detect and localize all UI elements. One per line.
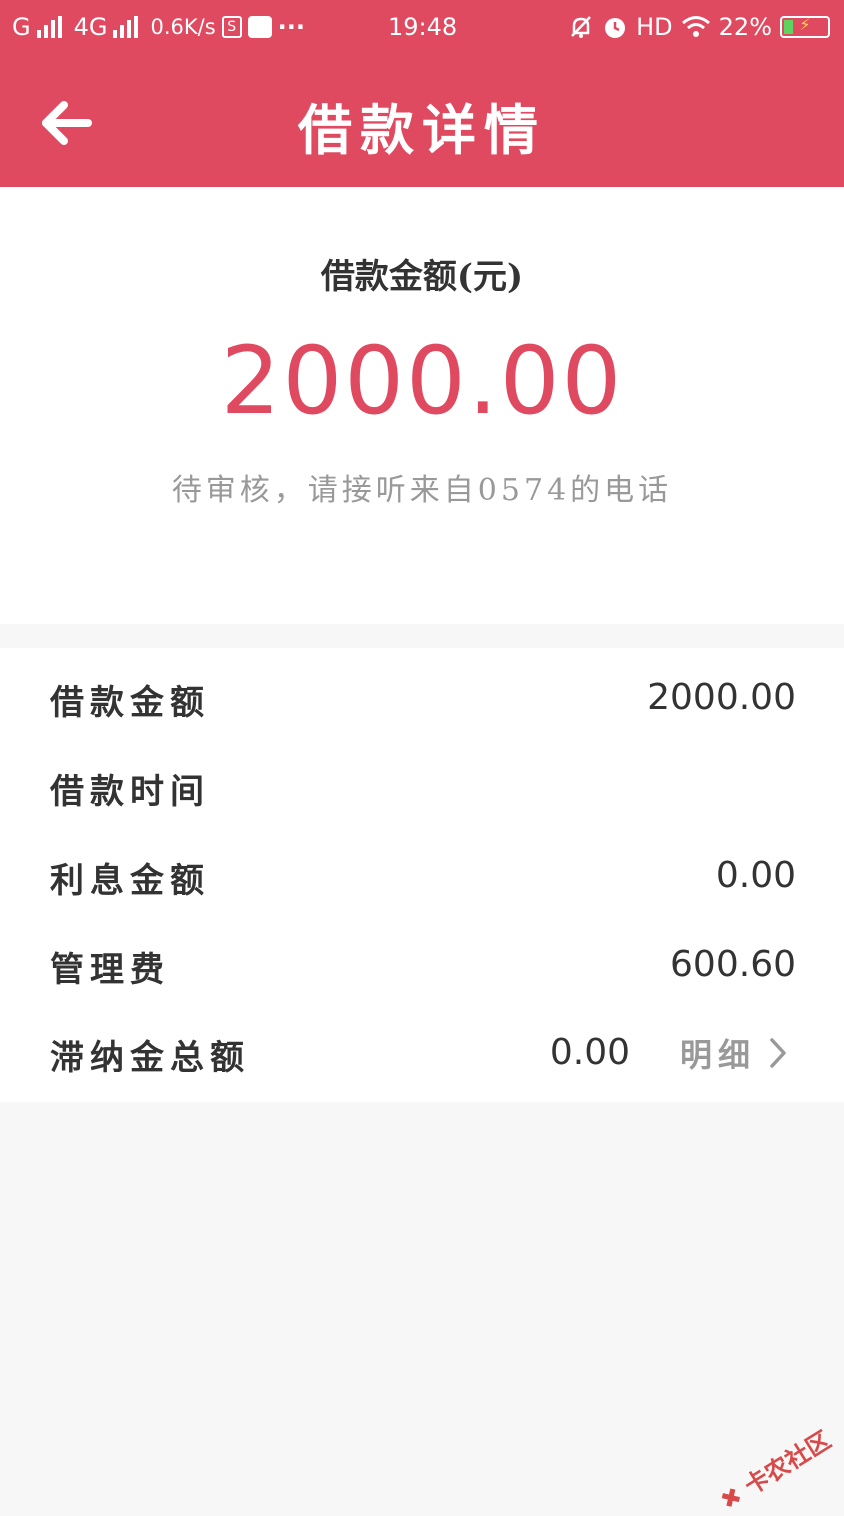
watermark-logo-icon: ✖: [714, 1481, 747, 1516]
detail-link-label: 明细: [679, 1036, 756, 1074]
community-watermark: ✖ 卡农社区: [712, 1421, 836, 1516]
loan-details-list: 借款金额 2000.00 借款时间 利息金额 0.00 管理费 600.60 滞…: [0, 648, 844, 1102]
network-speed: 0.6K/s: [150, 15, 216, 39]
watermark-text: 卡农社区: [739, 1425, 836, 1501]
network-label: 4G: [73, 13, 108, 41]
battery-icon: ⚡: [780, 15, 830, 38]
battery-percent: 22%: [718, 13, 772, 41]
detail-label: 滞纳金总额: [50, 1038, 250, 1078]
detail-row-loan-time: 借款时间: [0, 742, 844, 830]
detail-label: 借款金额: [50, 683, 210, 723]
signal-icon-2: [113, 16, 139, 38]
detail-value: 600.60: [670, 944, 796, 985]
detail-label: 利息金额: [50, 861, 210, 901]
detail-value: 0.00: [715, 855, 796, 896]
app-header: G 4G 0.6K/s S ··· 19:48 HD 22% ⚡ 借款详情: [0, 0, 844, 187]
detail-label: 借款时间: [50, 772, 210, 812]
page-title: 借款详情: [298, 98, 546, 162]
carrier-label: G: [12, 13, 31, 41]
detail-value: 0.00: [549, 1032, 630, 1073]
late-fee-detail-link[interactable]: 明细: [680, 1030, 788, 1076]
mute-bell-icon: [571, 16, 592, 38]
charging-bolt-icon: ⚡: [799, 15, 811, 34]
loan-amount-value: 2000.00: [220, 327, 624, 436]
app-notification-icon: S: [221, 16, 242, 38]
shopping-bag-icon: [247, 16, 272, 38]
status-left: G 4G 0.6K/s S ···: [12, 13, 305, 41]
more-notifications-icon: ···: [277, 13, 306, 41]
alarm-icon: [605, 18, 626, 38]
loan-amount-label: 借款金额(元): [320, 257, 524, 297]
detail-value: 2000.00: [647, 677, 796, 718]
detail-row-interest: 利息金额 0.00: [0, 831, 844, 919]
hd-label: HD: [636, 13, 673, 41]
detail-label: 管理费: [50, 950, 170, 990]
clock: 19:48: [388, 13, 458, 41]
chevron-right-icon: [770, 1038, 786, 1068]
loan-summary-card: 借款金额(元) 2000.00 待审核，请接听来自0574的电话: [0, 187, 844, 624]
review-status-text: 待审核，请接听来自0574的电话: [171, 473, 673, 508]
wifi-icon: [681, 16, 710, 37]
status-bar: G 4G 0.6K/s S ··· 19:48 HD 22% ⚡: [0, 0, 844, 56]
detail-row-management-fee: 管理费 600.60: [0, 920, 844, 1008]
detail-row-loan-amount: 借款金额 2000.00: [0, 653, 844, 741]
detail-row-late-fee[interactable]: 滞纳金总额 0.00 明细: [0, 1008, 844, 1096]
signal-icon: [36, 16, 62, 38]
status-right: HD 22% ⚡: [568, 13, 830, 41]
